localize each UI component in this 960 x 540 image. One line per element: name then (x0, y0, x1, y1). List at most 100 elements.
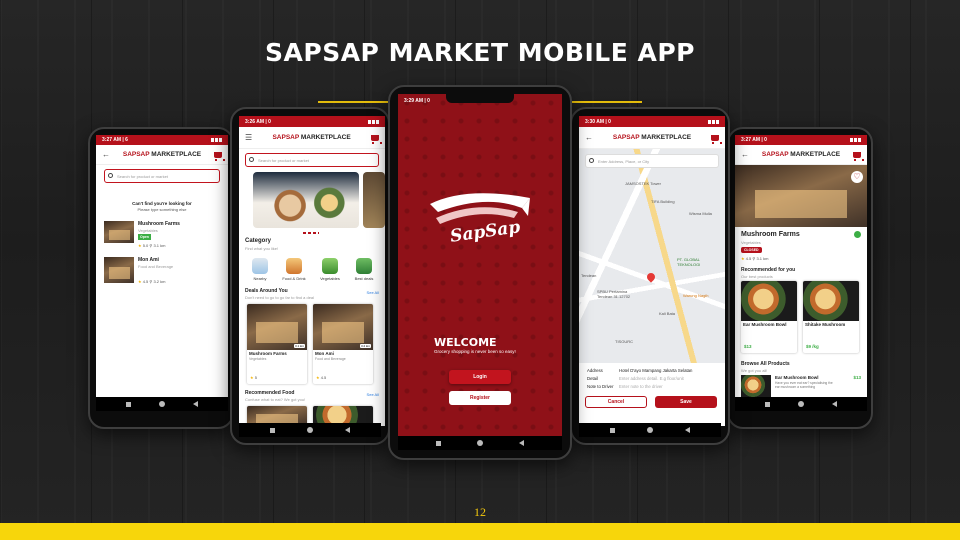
list-item[interactable]: Mon Ami Food and Beverage ★ 4.5 ⚲ 3.2 km (104, 257, 220, 287)
recents-icon[interactable] (126, 401, 131, 407)
search-input[interactable]: Search for product or market (245, 153, 379, 167)
screen: 3:29 AM | 0 SapSap WELCOME Grocery shopp… (398, 94, 562, 440)
phone-store-detail: 3:27 AM | 0 ← SAPSAP MARKETPLACE ♡ Mushr… (727, 127, 873, 429)
distance-badge: 3.2 km (359, 344, 371, 348)
category-best-deals[interactable]: Best deals (349, 258, 379, 281)
cancel-button[interactable]: Cancel (585, 396, 647, 408)
app-title-rest: MARKETPLACE (149, 151, 202, 158)
register-button[interactable]: Register (449, 391, 511, 405)
info-icon[interactable] (854, 231, 861, 238)
search-icon (589, 158, 594, 163)
note-input[interactable]: Enter note to the driver (619, 384, 663, 389)
cart-icon[interactable] (371, 134, 382, 144)
address-value[interactable]: Hotel D'ayo Mampang Jakarta Selatan (619, 368, 692, 373)
recents-icon[interactable] (765, 401, 770, 407)
app-title: SAPSAP MARKETPLACE (110, 151, 214, 158)
product-image (803, 281, 859, 321)
category-food-drink[interactable]: Food & Drink (279, 258, 309, 281)
home-icon[interactable] (477, 440, 483, 446)
status-time: 3:29 AM | 0 (404, 98, 430, 104)
favorite-heart-icon[interactable]: ♡ (851, 171, 863, 183)
product-card[interactable]: Shitake Mushroom $9 /kg (803, 281, 859, 353)
list-item[interactable]: Mushroom Farms Vegetables Open ★ 5.0 ⚲ 3… (104, 221, 220, 251)
category-nearby[interactable]: Nearby (245, 258, 275, 281)
product-card[interactable]: Ear Mushroom Bowl $13 (741, 281, 797, 353)
store-name: Mon Ami (315, 351, 334, 356)
status-bar: 3:27 AM | 0 (735, 135, 867, 145)
product-description: Have you ever eat ear? specialising the … (775, 381, 833, 389)
back-icon[interactable] (685, 427, 690, 433)
home-icon[interactable] (647, 427, 653, 433)
map-label: Warung Nagih (683, 293, 709, 298)
address-search-input[interactable]: Enter Address, Place, or City (585, 154, 719, 168)
pin-icon: ⚲ (149, 243, 153, 248)
product-image (741, 375, 771, 397)
deal-card[interactable]: Mon Ami Food and Beverage ★ 4.5 3.2 km (313, 304, 373, 384)
store-category: Food and Beverage (138, 264, 174, 269)
star-icon: ★ (741, 256, 745, 261)
star-icon: ★ (138, 243, 142, 248)
deals-title: Deals Around You (245, 288, 288, 294)
cart-icon[interactable] (853, 151, 864, 161)
product-price: $13 (744, 344, 752, 349)
screen: 3:26 AM | 0 ☰ SAPSAP MARKETPLACE Search … (239, 116, 385, 426)
store-category: Food and Beverage (315, 357, 346, 361)
recents-icon[interactable] (270, 427, 275, 433)
search-input[interactable]: Search for product or market (104, 169, 220, 183)
category-label: Vegetables (320, 276, 340, 281)
login-button[interactable]: Login (449, 370, 511, 384)
category-subtitle: Find what you like! (245, 246, 279, 251)
status-bar: 3:30 AM | 0 (579, 116, 725, 127)
see-all-deals-link[interactable]: See All (367, 290, 379, 295)
back-icon[interactable] (832, 401, 837, 407)
back-arrow-icon[interactable]: ← (741, 150, 749, 159)
deal-card[interactable]: Mushroom Farms Vegetables ★ 5 3.1 km (247, 304, 307, 384)
save-button[interactable]: Save (655, 396, 717, 408)
map-label: PT. GLOBAL TEKNOLOGI (677, 257, 701, 267)
store-meta: ★ 4.5 ⚲ 3.1 km (741, 256, 768, 261)
list-item[interactable]: Ear Mushroom Bowl $13 Have you ever eat … (741, 375, 861, 397)
category-vegetables[interactable]: Vegetables (315, 258, 345, 281)
store-meta: ★ 4.5 (316, 375, 326, 380)
deals-subtitle: Don't need to go to go far to find a dea… (245, 295, 315, 300)
recommended-food-title: Recommended Food (245, 390, 295, 396)
back-arrow-icon[interactable]: ← (102, 150, 110, 159)
map-view[interactable]: JAMSOSTEK Tower TIFA Building Wisma Muli… (579, 149, 725, 363)
map-label: TISOURC (615, 339, 633, 344)
slide-title: SAPSAP MARKET MOBILE APP (265, 38, 695, 67)
app-title-brand: SAPSAP (612, 134, 640, 141)
recents-icon[interactable] (610, 427, 615, 433)
cart-icon[interactable] (214, 151, 225, 161)
detail-input[interactable]: Enter address detail. E.g floor/unit (619, 376, 684, 381)
pin-icon: ⚲ (149, 279, 153, 284)
hamburger-menu-icon[interactable]: ☰ (245, 133, 252, 142)
address-form: Address Hotel D'ayo Mampang Jakarta Sela… (579, 366, 725, 426)
store-thumbnail (104, 257, 134, 283)
camera-notch (446, 93, 514, 103)
map-label: Tendean (581, 273, 597, 278)
screen: 3:27 AM | 0 ← SAPSAP MARKETPLACE ♡ Mushr… (735, 135, 867, 411)
home-icon[interactable] (159, 401, 165, 407)
product-price: $13 (853, 375, 861, 380)
back-icon[interactable] (193, 401, 198, 407)
home-icon[interactable] (798, 401, 804, 407)
back-icon[interactable] (519, 440, 524, 446)
promo-banner-next[interactable] (363, 172, 385, 228)
star-icon: ★ (250, 375, 254, 380)
rating: 4.5 (745, 256, 752, 261)
footer-accent-bar (0, 523, 960, 540)
status-bar: 3:26 AM | 0 (239, 116, 385, 127)
cart-icon[interactable] (711, 134, 722, 144)
back-icon[interactable] (345, 427, 350, 433)
home-icon[interactable] (307, 427, 313, 433)
food-drink-icon (286, 258, 302, 274)
see-all-food-link[interactable]: See All (367, 392, 379, 397)
android-nav-bar (398, 436, 562, 450)
app-title-rest: MARKETPLACE (299, 134, 351, 141)
search-placeholder: Search for product or market (258, 157, 309, 163)
recents-icon[interactable] (436, 440, 441, 446)
back-arrow-icon[interactable]: ← (585, 133, 593, 142)
map-pin-icon (252, 258, 268, 274)
app-title-brand: SAPSAP (761, 151, 789, 158)
promo-banner[interactable] (253, 172, 359, 228)
